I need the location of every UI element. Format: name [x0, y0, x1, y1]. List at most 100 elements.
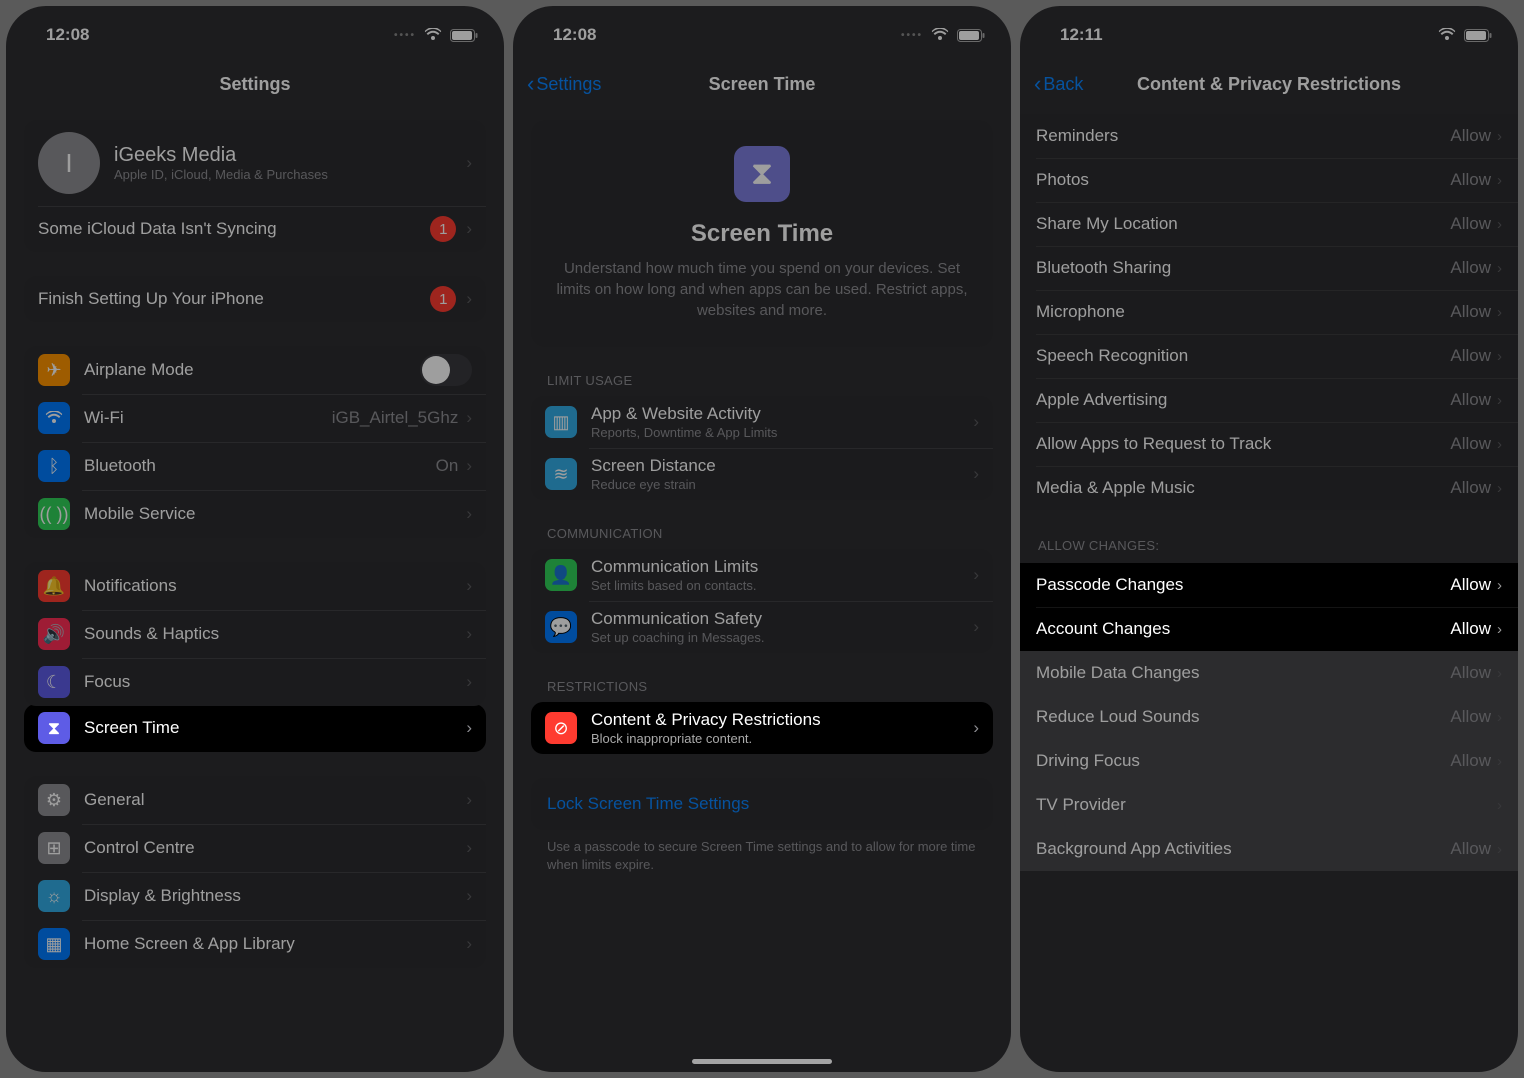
chart-icon: ▥: [545, 406, 577, 438]
privacy-row[interactable]: MicrophoneAllow›: [1020, 290, 1518, 334]
row-label: Speech Recognition: [1036, 346, 1450, 366]
allow-changes-group: Passcode ChangesAllow›Account ChangesAll…: [1020, 563, 1518, 871]
chevron-right-icon: ›: [466, 886, 472, 906]
back-button[interactable]: ‹ Back: [1034, 73, 1083, 95]
display-row[interactable]: ☼ Display & Brightness ›: [24, 872, 486, 920]
airplane-mode-row[interactable]: ✈ Airplane Mode: [24, 346, 486, 394]
badge-icon: 1: [430, 286, 456, 312]
row-value: Allow: [1450, 478, 1491, 498]
chevron-right-icon: ›: [973, 718, 979, 738]
comm-limits-row[interactable]: 👤 Communication Limits Set limits based …: [531, 549, 993, 601]
row-value: Allow: [1450, 751, 1491, 771]
finish-setup-row[interactable]: Finish Setting Up Your iPhone 1 ›: [24, 276, 486, 322]
row-label: Passcode Changes: [1036, 575, 1450, 595]
privacy-row[interactable]: Bluetooth SharingAllow ›: [1020, 246, 1518, 290]
row-label: Mobile Data Changes: [1036, 663, 1450, 683]
panel-content-privacy: 12:11 ‹ Back Content & Privacy Restricti…: [1020, 6, 1518, 1072]
chevron-right-icon: ›: [1497, 172, 1502, 189]
changes-row[interactable]: Mobile Data ChangesAllow›: [1020, 651, 1518, 695]
chevron-right-icon: ›: [466, 934, 472, 954]
nav-bar: Settings: [6, 62, 504, 106]
chevron-right-icon: ›: [1497, 797, 1502, 814]
focus-row[interactable]: ☾ Focus ›: [24, 658, 486, 706]
changes-row[interactable]: Background App ActivitiesAllow›: [1020, 827, 1518, 871]
hourglass-icon: ⧗: [734, 146, 790, 202]
status-bar: 12:08 ••••: [6, 6, 504, 54]
row-value: Allow: [1450, 258, 1491, 278]
comm-safety-row[interactable]: 💬 Communication Safety Set up coaching i…: [531, 601, 993, 653]
gear-icon: ⚙: [38, 784, 70, 816]
notifications-row[interactable]: 🔔 Notifications ›: [24, 562, 486, 610]
bluetooth-value: On: [436, 456, 459, 476]
privacy-top-group: RemindersAllow›PhotosAllow›Share My Loca…: [1020, 114, 1518, 510]
content-privacy-row[interactable]: ⊘ Content & Privacy Restrictions Block i…: [531, 702, 993, 754]
row-value: Allow: [1450, 839, 1491, 859]
wifi-row[interactable]: Wi-Fi iGB_Airtel_5Ghz ›: [24, 394, 486, 442]
chevron-right-icon: ›: [1497, 709, 1502, 726]
screentime-hero: ⧗ Screen Time Understand how much time y…: [531, 120, 993, 347]
home-screen-row[interactable]: ▦ Home Screen & App Library ›: [24, 920, 486, 968]
row-label: Apple Advertising: [1036, 390, 1450, 410]
row-label: TV Provider: [1036, 795, 1497, 815]
row-label: Photos: [1036, 170, 1450, 190]
row-value: Allow: [1450, 126, 1491, 146]
changes-row[interactable]: Account ChangesAllow›: [1020, 607, 1518, 651]
app-activity-row[interactable]: ▥ App & Website Activity Reports, Downti…: [531, 396, 993, 448]
changes-row[interactable]: Driving FocusAllow›: [1020, 739, 1518, 783]
sounds-row[interactable]: 🔊 Sounds & Haptics ›: [24, 610, 486, 658]
privacy-row[interactable]: RemindersAllow›: [1020, 114, 1518, 158]
privacy-row[interactable]: Speech RecognitionAllow›: [1020, 334, 1518, 378]
row-value: Allow: [1450, 214, 1491, 234]
changes-row[interactable]: TV Provider›: [1020, 783, 1518, 827]
general-row[interactable]: ⚙ General ›: [24, 776, 486, 824]
bluetooth-row[interactable]: ᛒ Bluetooth On ›: [24, 442, 486, 490]
lock-settings-link[interactable]: Lock Screen Time Settings: [531, 778, 993, 830]
privacy-row[interactable]: Apple AdvertisingAllow›: [1020, 378, 1518, 422]
chevron-right-icon: ›: [466, 408, 472, 428]
chevron-right-icon: ›: [466, 672, 472, 692]
grid-icon: ▦: [38, 928, 70, 960]
chevron-right-icon: ›: [466, 790, 472, 810]
row-value: Allow: [1450, 575, 1491, 595]
chevron-right-icon: ›: [1497, 753, 1502, 770]
messages-icon: 💬: [545, 611, 577, 643]
contacts-icon: 👤: [545, 559, 577, 591]
row-label: Share My Location: [1036, 214, 1450, 234]
chevron-right-icon: ›: [466, 153, 472, 173]
changes-row[interactable]: Reduce Loud SoundsAllow›: [1020, 695, 1518, 739]
row-value: Allow: [1450, 663, 1491, 683]
chevron-right-icon: ›: [973, 565, 979, 585]
wifi-icon: [1438, 28, 1456, 42]
chevron-right-icon: ›: [1497, 260, 1502, 277]
lock-footer-note: Use a passcode to secure Screen Time set…: [531, 830, 993, 882]
icloud-warning-row[interactable]: Some iCloud Data Isn't Syncing 1 ›: [24, 206, 486, 252]
row-value: Allow: [1450, 707, 1491, 727]
avatar-icon: I: [38, 132, 100, 194]
chevron-right-icon: ›: [466, 838, 472, 858]
privacy-row[interactable]: Allow Apps to Request to TrackAllow›: [1020, 422, 1518, 466]
home-indicator[interactable]: [692, 1059, 832, 1064]
panel-screentime: 12:08 •••• ‹ Settings Screen Time ⧗ Scre…: [513, 6, 1011, 1072]
row-value: Allow: [1450, 346, 1491, 366]
mobile-service-row[interactable]: (( )) Mobile Service ›: [24, 490, 486, 538]
row-label: Bluetooth Sharing: [1036, 258, 1450, 278]
privacy-row[interactable]: Share My LocationAllow›: [1020, 202, 1518, 246]
back-button[interactable]: ‹ Settings: [527, 73, 601, 95]
apple-id-row[interactable]: I iGeeks Media Apple ID, iCloud, Media &…: [24, 120, 486, 206]
airplane-icon: ✈: [38, 354, 70, 386]
privacy-row[interactable]: PhotosAllow›: [1020, 158, 1518, 202]
chevron-right-icon: ›: [466, 624, 472, 644]
no-sign-icon: ⊘: [545, 712, 577, 744]
nav-bar: ‹ Settings Screen Time: [513, 62, 1011, 106]
changes-row[interactable]: Passcode ChangesAllow›: [1020, 563, 1518, 607]
airplane-toggle[interactable]: [420, 354, 472, 386]
hourglass-icon: ⧗: [38, 712, 70, 744]
privacy-row[interactable]: Media & Apple MusicAllow›: [1020, 466, 1518, 510]
screen-distance-row[interactable]: ≋ Screen Distance Reduce eye strain ›: [531, 448, 993, 500]
row-label: Microphone: [1036, 302, 1450, 322]
antenna-icon: (( )): [38, 498, 70, 530]
sliders-icon: ⊞: [38, 832, 70, 864]
screen-time-row[interactable]: ⧗ Screen Time ›: [24, 704, 486, 752]
chevron-right-icon: ›: [1497, 480, 1502, 497]
control-centre-row[interactable]: ⊞ Control Centre ›: [24, 824, 486, 872]
